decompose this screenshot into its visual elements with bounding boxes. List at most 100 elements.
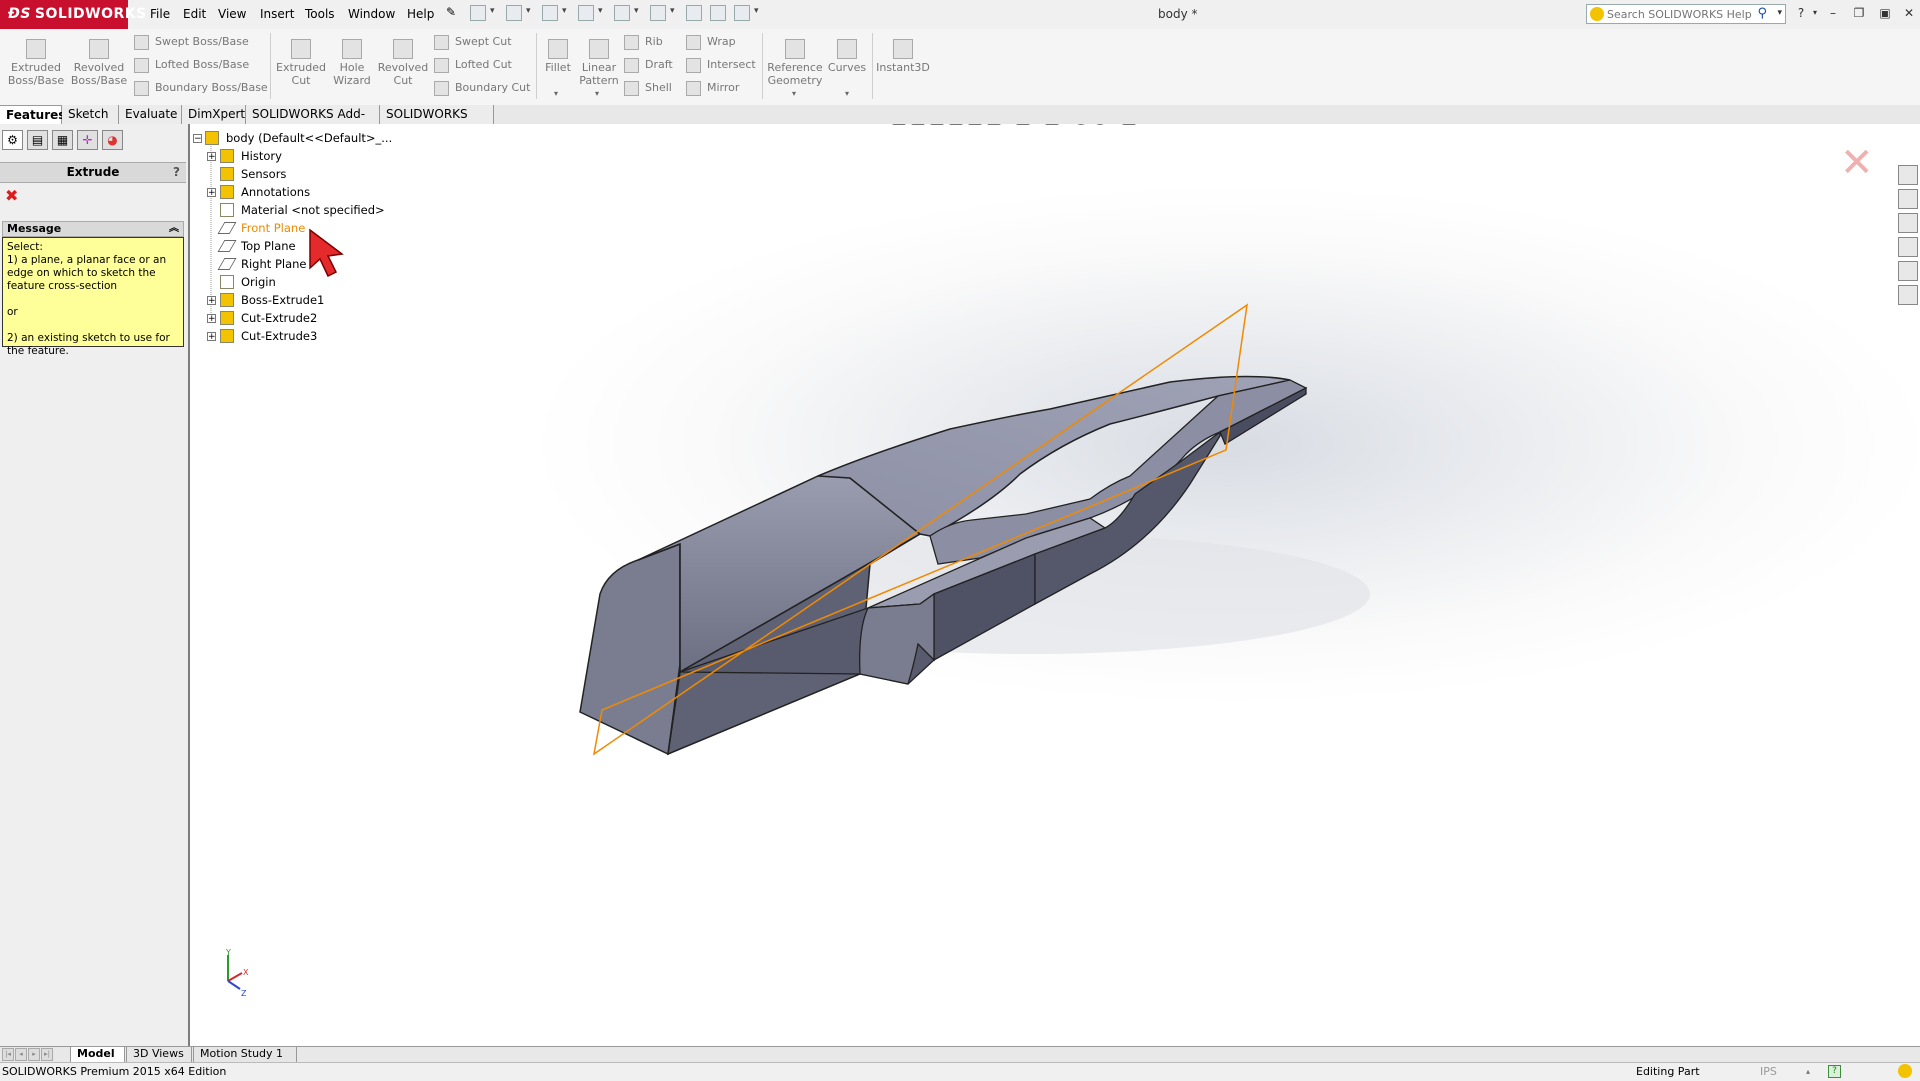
view-orientation-icon[interactable] (987, 124, 1001, 125)
extruded-boss-button[interactable]: Extruded Boss/Base (6, 39, 66, 87)
boundary-boss-button[interactable]: Boundary Boss/Base (134, 79, 268, 97)
fillet-dropdown-icon[interactable]: ▾ (554, 89, 558, 98)
curves-dropdown-icon[interactable]: ▾ (845, 89, 849, 98)
status-units[interactable]: IPS (1760, 1063, 1777, 1080)
file-explorer-icon[interactable] (1898, 213, 1918, 233)
new-dropdown-icon[interactable]: ▾ (490, 6, 495, 16)
revolved-cut-button[interactable]: Revolved Cut (376, 39, 430, 87)
restore-icon[interactable]: ❐ (1852, 6, 1866, 20)
zoom-to-fit-icon[interactable] (892, 124, 906, 125)
close-icon[interactable]: ✕ (1902, 6, 1916, 20)
first-tab-arrow-icon[interactable]: |◂ (2, 1048, 14, 1061)
new-document-icon[interactable] (470, 5, 486, 21)
display-style-icon[interactable] (1016, 124, 1030, 125)
search-input[interactable] (1607, 6, 1757, 22)
custom-properties-icon[interactable] (1898, 285, 1918, 305)
lofted-cut-button[interactable]: Lofted Cut (434, 56, 512, 74)
solidworks-logo[interactable]: ƉS SOLIDWORKS (0, 0, 146, 29)
expand-toggle-icon[interactable]: + (207, 188, 216, 198)
options-icon[interactable] (734, 5, 750, 21)
curves-button[interactable]: Curves (826, 39, 868, 74)
tab-features[interactable]: Features (0, 105, 65, 124)
confirmation-corner-cancel-icon[interactable]: ✕ (1840, 143, 1874, 183)
select-dropdown-icon[interactable]: ▾ (670, 6, 675, 16)
view-settings-icon[interactable] (1122, 124, 1136, 125)
fillet-button[interactable]: Fillet (540, 39, 576, 74)
instant3d-button[interactable]: Instant3D (876, 39, 930, 74)
display-manager-tab-icon[interactable]: ◕ (102, 130, 123, 150)
menu-edit[interactable]: Edit (183, 7, 206, 21)
expand-toggle-icon[interactable]: + (207, 332, 216, 342)
select-icon[interactable] (650, 5, 666, 21)
tab-motion-study[interactable]: Motion Study 1 (193, 1047, 297, 1062)
help-dropdown-icon[interactable]: ▾ (1808, 6, 1822, 20)
lofted-boss-button[interactable]: Lofted Boss/Base (134, 56, 249, 74)
print-dropdown-icon[interactable]: ▾ (598, 6, 603, 16)
open-dropdown-icon[interactable]: ▾ (526, 6, 531, 16)
tab-sketch[interactable]: Sketch (62, 105, 119, 124)
menu-help[interactable]: Help (407, 7, 434, 21)
next-tab-arrow-icon[interactable]: ▸ (28, 1048, 40, 1061)
design-library-icon[interactable] (1898, 189, 1918, 209)
undo-icon[interactable] (614, 5, 630, 21)
wrap-button[interactable]: Wrap (686, 33, 736, 51)
property-manager-tab-icon[interactable]: ▤ (27, 130, 48, 150)
expand-toggle-icon[interactable]: + (207, 296, 216, 306)
quick-tips-icon[interactable]: ? (1828, 1065, 1841, 1078)
tab-mbd[interactable]: SOLIDWORKS MBD (380, 105, 494, 139)
options-dropdown-icon[interactable]: ▾ (754, 6, 759, 16)
swept-boss-button[interactable]: Swept Boss/Base (134, 33, 249, 51)
graphics-area[interactable]: ▾ ▾ ▾ ▾ ▾ ⧉ ⊞ – ❐ ✕ ✕ − body (Default<<D… (190, 124, 1920, 1046)
swept-cut-button[interactable]: Swept Cut (434, 33, 512, 51)
prev-tab-arrow-icon[interactable]: ◂ (15, 1048, 27, 1061)
linear-pattern-dropdown-icon[interactable]: ▾ (595, 89, 599, 98)
pin-icon[interactable]: ✎ (446, 5, 462, 21)
maximize-icon[interactable]: ▣ (1878, 6, 1892, 20)
collapse-icon[interactable]: ︽ (169, 222, 179, 236)
mirror-button[interactable]: Mirror (686, 79, 739, 97)
print-icon[interactable] (578, 5, 594, 21)
revolved-boss-button[interactable]: Revolved Boss/Base (68, 39, 130, 87)
menu-view[interactable]: View (218, 7, 246, 21)
home-icon[interactable] (1898, 165, 1918, 185)
expand-toggle-icon[interactable]: + (207, 314, 216, 324)
menu-window[interactable]: Window (348, 7, 395, 21)
minimize-icon[interactable]: – (1826, 6, 1840, 20)
collapse-toggle-icon[interactable]: − (193, 134, 202, 144)
cancel-icon[interactable]: ✖ (5, 188, 18, 204)
menu-file[interactable]: File (150, 7, 170, 21)
help-button[interactable]: ? (173, 163, 180, 182)
save-icon[interactable] (542, 5, 558, 21)
last-tab-arrow-icon[interactable]: ▸| (41, 1048, 53, 1061)
expand-toggle-icon[interactable]: + (207, 152, 216, 162)
reference-geometry-dropdown-icon[interactable]: ▾ (792, 89, 796, 98)
draft-button[interactable]: Draft (624, 56, 673, 74)
tab-evaluate[interactable]: Evaluate (119, 105, 182, 124)
view-palette-icon[interactable] (1898, 237, 1918, 257)
configuration-manager-tab-icon[interactable]: ▦ (52, 130, 73, 150)
file-properties-icon[interactable] (710, 5, 726, 21)
tab-model[interactable]: Model (70, 1047, 125, 1062)
zoom-to-area-icon[interactable] (911, 124, 925, 125)
dimxpert-manager-tab-icon[interactable]: ✛ (77, 130, 98, 150)
rebuild-icon[interactable] (686, 5, 702, 21)
tab-addins[interactable]: SOLIDWORKS Add-Ins (246, 105, 380, 139)
boundary-cut-button[interactable]: Boundary Cut (434, 79, 530, 97)
rib-button[interactable]: Rib (624, 33, 663, 51)
section-view-icon[interactable] (949, 124, 963, 125)
previous-view-icon[interactable] (930, 124, 944, 125)
save-dropdown-icon[interactable]: ▾ (562, 6, 567, 16)
menu-tools[interactable]: Tools (305, 7, 335, 21)
undo-dropdown-icon[interactable]: ▾ (634, 6, 639, 16)
units-dropdown-icon[interactable]: ▴ (1806, 1063, 1810, 1080)
linear-pattern-button[interactable]: Linear Pattern (578, 39, 620, 87)
extruded-cut-button[interactable]: Extruded Cut (272, 39, 330, 87)
feature-manager-tab-icon[interactable]: ⚙ (2, 130, 23, 150)
help-icon[interactable]: ? (1794, 6, 1808, 20)
menu-insert[interactable]: Insert (260, 7, 294, 21)
search-dropdown-icon[interactable]: ▾ (1777, 8, 1782, 18)
hole-wizard-button[interactable]: Hole Wizard (330, 39, 374, 87)
search-help-box[interactable]: ⚲ ▾ (1586, 4, 1786, 24)
rebuild-status-icon[interactable] (1898, 1064, 1912, 1078)
reference-geometry-button[interactable]: Reference Geometry (766, 39, 824, 87)
